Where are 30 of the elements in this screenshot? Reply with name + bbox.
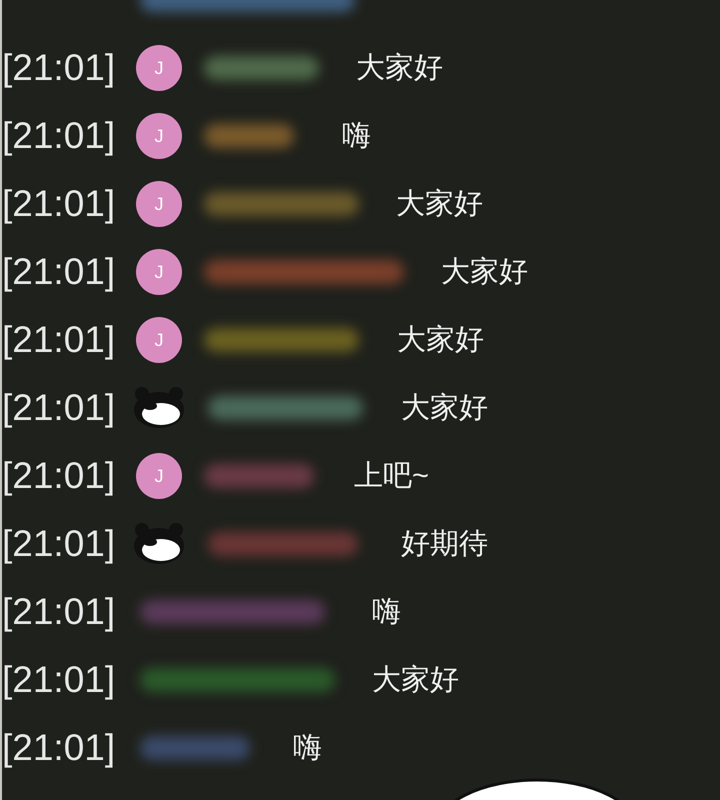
message-text: 大家好 xyxy=(396,187,483,222)
avatar: J xyxy=(136,453,182,499)
panda-icon xyxy=(132,386,186,430)
timestamp: [21:01] xyxy=(2,455,116,497)
timestamp: [21:01] xyxy=(2,727,116,769)
message-text: 大家好 xyxy=(372,663,459,698)
timestamp: [21:01] xyxy=(2,251,116,293)
panda-icon xyxy=(132,522,186,566)
message-text: 大家好 xyxy=(397,323,484,358)
avatar: J xyxy=(136,249,182,295)
avatar: J xyxy=(136,317,182,363)
timestamp: [21:01] xyxy=(2,47,116,89)
message-text: 嗨 xyxy=(293,731,322,766)
timestamp: [21:01] xyxy=(2,659,116,701)
avatar: J xyxy=(136,181,182,227)
message-text: 大家好 xyxy=(401,391,488,426)
avatar: J xyxy=(136,45,182,91)
timestamp: [21:01] xyxy=(2,183,116,225)
avatar: J xyxy=(136,113,182,159)
message-text: 嗨 xyxy=(342,119,371,154)
message-text: 大家好 xyxy=(356,51,443,86)
timestamp: [21:01] xyxy=(2,319,116,361)
message-text: 上吧~ xyxy=(354,459,429,494)
message-text: 大家好 xyxy=(441,255,528,290)
timestamp: [21:01] xyxy=(2,591,116,633)
message-text: 嗨 xyxy=(372,595,401,630)
timestamp: [21:01] xyxy=(2,387,116,429)
timestamp: [21:01] xyxy=(2,115,116,157)
timestamp: [21:01] xyxy=(2,523,116,565)
message-text: 好期待 xyxy=(401,527,488,562)
